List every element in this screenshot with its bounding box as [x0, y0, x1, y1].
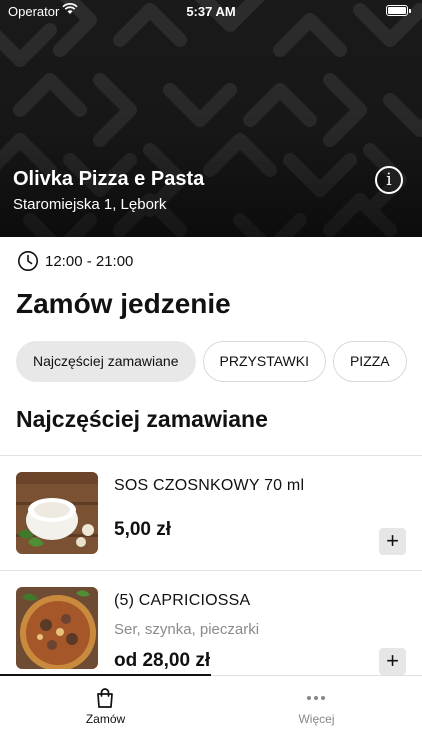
opening-hours: 12:00 - 21:00 — [17, 250, 133, 272]
item-name: SOS CZOSNKOWY 70 ml — [114, 477, 305, 494]
item-price: 5,00 zł — [114, 519, 172, 540]
item-price: od 28,00 zł — [114, 650, 211, 671]
restaurant-name: Olivka Pizza e Pasta — [13, 168, 205, 190]
page-title: Zamów jedzenie — [16, 288, 231, 319]
add-to-cart-button[interactable]: + — [379, 528, 406, 555]
tab-label: Więcej — [298, 712, 335, 726]
status-bar: Operator 5:37 AM — [0, 0, 422, 22]
tab-zamow[interactable]: Zamów — [0, 676, 211, 750]
menu-item-sos-czosnkowy[interactable]: SOS CZOSNKOWY 70 ml 5,00 zł + — [0, 456, 422, 570]
battery-icon — [386, 5, 411, 16]
tab-wiecej[interactable]: Więcej — [211, 676, 422, 750]
restaurant-address: Staromiejska 1, Lębork — [13, 196, 167, 213]
status-time: 5:37 AM — [186, 4, 236, 19]
more-dots-icon — [307, 696, 325, 700]
item-description: Ser, szynka, pieczarki — [114, 621, 260, 638]
garlic-sauce-photo — [16, 472, 98, 554]
hours-text: 12:00 - 21:00 — [45, 252, 134, 270]
shopping-bag-icon — [97, 688, 113, 708]
chip-najczesciej-zamawiane[interactable]: Najczęściej zamawiane — [16, 341, 196, 382]
chip-pizza[interactable]: PIZZA — [332, 341, 407, 382]
add-to-cart-button[interactable]: + — [379, 648, 406, 675]
section-title: Najczęściej zamawiane — [16, 406, 268, 432]
tab-label: Zamów — [85, 712, 126, 726]
info-button[interactable]: i — [375, 166, 403, 194]
category-chips: Najczęściej zamawiane PRZYSTAWKI PIZZA — [16, 341, 422, 383]
tab-bar: Zamów Więcej — [0, 674, 422, 750]
chip-przystawki[interactable]: PRZYSTAWKI — [202, 341, 326, 382]
menu-item-capriciossa[interactable]: (5) CAPRICIOSSA Ser, szynka, pieczarki o… — [0, 571, 422, 675]
pizza-photo — [16, 587, 98, 669]
clock-icon — [18, 251, 38, 271]
item-name: (5) CAPRICIOSSA — [114, 592, 251, 609]
restaurant-hero: Operator 5:37 AM Olivka Pizza e Pasta St… — [0, 0, 422, 237]
